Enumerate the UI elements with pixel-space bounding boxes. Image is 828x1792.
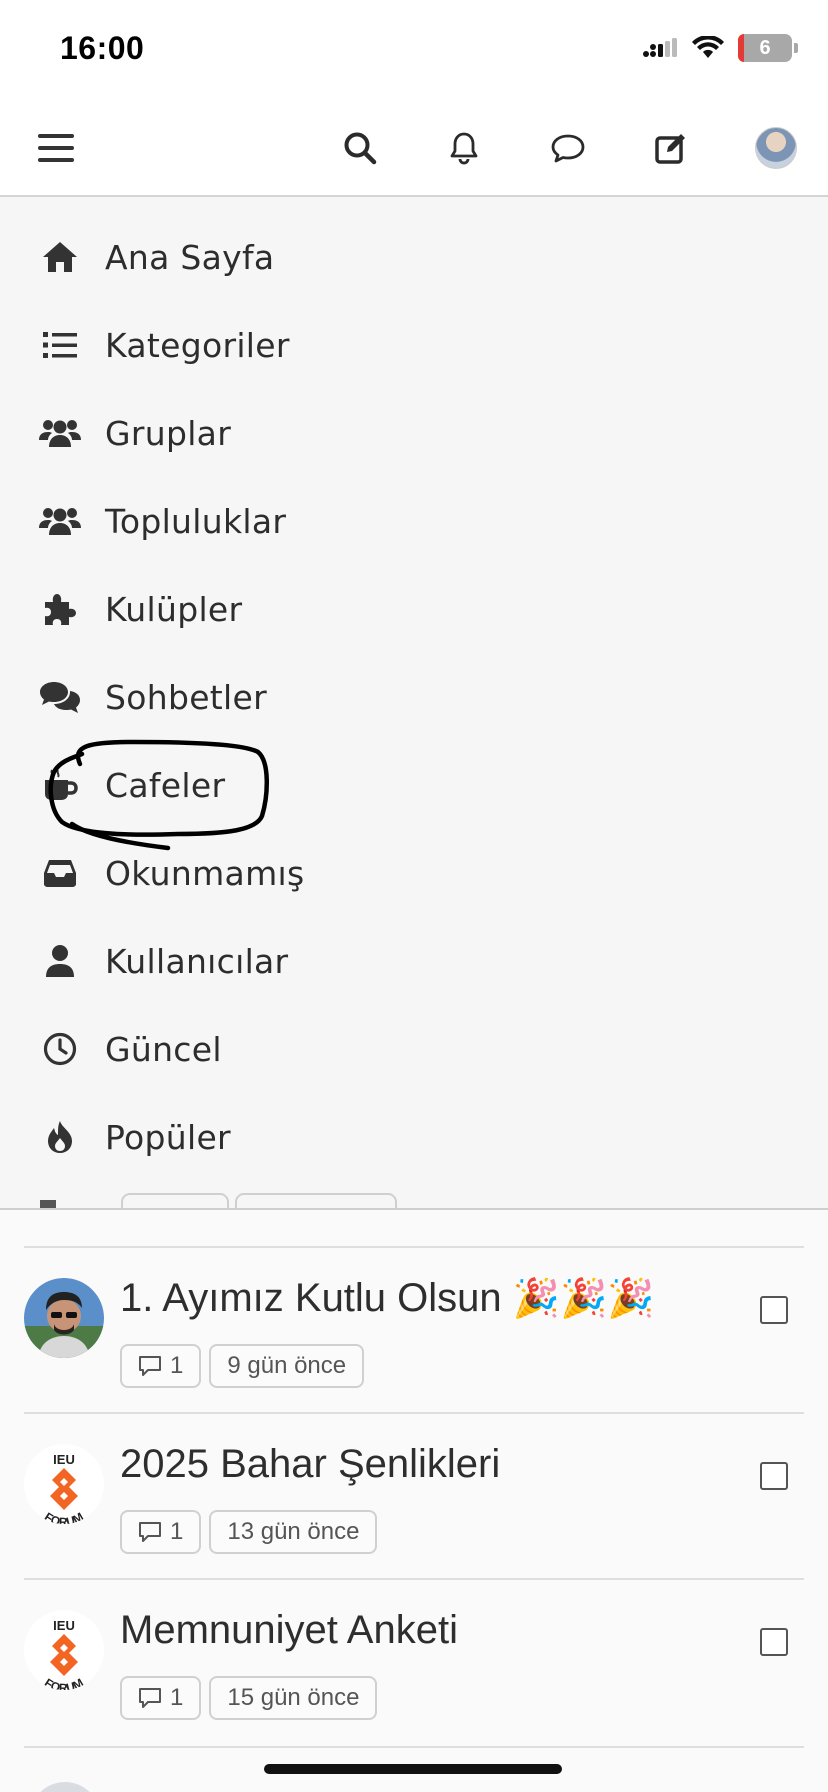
menu-label: Popüler [105,1117,231,1157]
menu-item-cafes[interactable]: Cafeler [0,741,828,829]
timestamp-badge: 15 gün önce [209,1676,378,1720]
logo-text-top: IEU [53,1618,75,1633]
topic-title[interactable]: Memnuniyet Anketi [120,1608,458,1653]
menu-item-home[interactable]: Ana Sayfa [0,213,828,301]
inbox-icon [38,851,82,895]
menu-item-groups[interactable]: Gruplar [0,389,828,477]
topic-meta: 1 9 gün önce [120,1344,365,1388]
status-icons: 6 [642,34,798,62]
status-time: 16:00 [60,30,145,66]
topic-row[interactable]: IEU FORUM 2025 Bahar Şenlikleri 1 13 gün… [24,1412,804,1578]
select-checkbox[interactable] [760,1296,788,1324]
menu-label: Kategoriler [105,325,290,365]
top-navigation-bar [0,100,828,197]
timestamp-badge: 13 gün önce [209,1510,378,1554]
comments-icon [38,675,82,719]
menu-item-users[interactable]: Kullanıcılar [0,917,828,1005]
timestamp: 9 gün önce [227,1352,347,1379]
timestamp: 15 gün önce [227,1684,360,1711]
menu-toggle-button[interactable] [28,120,84,176]
menu-label: Topluluklar [105,501,287,541]
signal-icon [643,38,677,57]
comment-icon [139,1688,161,1708]
wifi-icon [692,36,724,58]
user-menu-button[interactable] [748,120,804,176]
menu-label: Kulüpler [105,589,243,629]
puzzle-icon [38,587,82,631]
party-popper-emoji: 🎉🎉🎉 [512,1278,655,1320]
topic-row[interactable]: IEU FORUM Memnuniyet Anketi 1 15 gün önc… [24,1578,804,1744]
select-checkbox[interactable] [760,1462,788,1490]
list-icon [38,323,82,367]
menu-item-recent[interactable]: Güncel [0,1005,828,1093]
reply-count-badge: 1 [120,1676,202,1720]
menu-overflow-peek [40,1193,397,1208]
logo-text-top: IEU [53,1452,75,1467]
compose-button[interactable] [643,120,699,176]
users-icon [38,411,82,455]
timestamp: 13 gün önce [227,1518,360,1545]
search-icon [344,132,377,165]
chats-button[interactable] [540,120,596,176]
topic-title[interactable]: 2025 Bahar Şenlikleri [120,1442,500,1487]
side-menu: Ana Sayfa Kategoriler Gruplar Toplulukla… [0,197,828,1210]
reply-count: 1 [170,1518,184,1545]
menu-item-unread[interactable]: Okunmamış [0,829,828,917]
menu-item-popular[interactable]: Popüler [0,1093,828,1181]
menu-label: Sohbetler [105,677,267,717]
menu-item-clubs[interactable]: Kulüpler [0,565,828,653]
menu-label: Güncel [105,1029,222,1069]
topic-meta: 1 13 gün önce [120,1510,378,1554]
search-button[interactable] [332,120,388,176]
ieu-forum-logo[interactable]: IEU FORUM [24,1610,104,1690]
menu-label: Gruplar [105,413,232,453]
menu-item-categories[interactable]: Kategoriler [0,301,828,389]
reply-count: 1 [170,1684,184,1711]
comment-icon [139,1356,161,1376]
users-icon [38,499,82,543]
notifications-button[interactable] [436,120,492,176]
fire-icon [38,1115,82,1159]
topic-title-text: 1. Ayımız Kutlu Olsun [120,1276,502,1320]
menu-label: Okunmamış [105,853,305,893]
reply-count-badge: 1 [120,1510,202,1554]
comment-icon [139,1522,161,1542]
bell-icon [450,132,478,165]
avatar[interactable] [24,1278,104,1358]
avatar [755,127,797,169]
reply-count-badge: 1 [120,1344,202,1388]
battery-icon: 6 [738,34,798,62]
battery-level: 6 [759,36,771,59]
home-indicator[interactable] [264,1764,562,1774]
reply-count: 1 [170,1352,184,1379]
menu-item-communities[interactable]: Topluluklar [0,477,828,565]
coffee-icon [38,763,82,807]
home-icon [38,235,82,279]
chat-icon [551,134,585,163]
timestamp-badge: 9 gün önce [209,1344,365,1388]
compose-icon [655,134,685,164]
topic-meta: 1 15 gün önce [120,1676,378,1720]
status-bar: 16:00 6 [0,0,828,100]
hamburger-icon [38,134,74,162]
menu-label: Cafeler [105,765,226,805]
clock-icon [38,1027,82,1071]
menu-item-chats[interactable]: Sohbetler [0,653,828,741]
ieu-forum-logo[interactable]: IEU FORUM [24,1444,104,1524]
select-checkbox[interactable] [760,1628,788,1656]
user-icon [38,939,82,983]
topic-title[interactable]: 1. Ayımız Kutlu Olsun 🎉🎉🎉 [120,1276,655,1321]
menu-label: Kullanıcılar [105,941,289,981]
topic-row[interactable]: 1. Ayımız Kutlu Olsun 🎉🎉🎉 1 9 gün önce [24,1246,804,1412]
menu-label: Ana Sayfa [105,237,275,277]
